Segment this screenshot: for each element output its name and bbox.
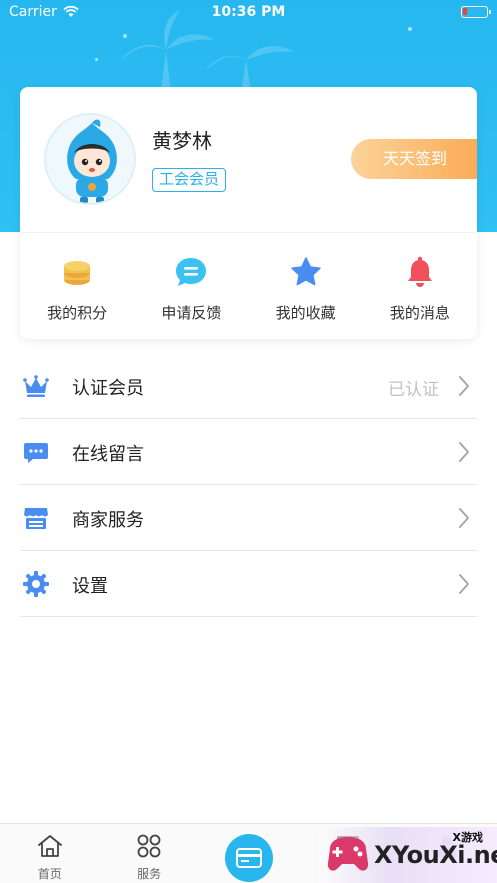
status-bar: Carrier 10:36 PM	[0, 0, 497, 26]
quick-action-messages[interactable]: 我的消息	[363, 233, 477, 339]
quick-action-points[interactable]: 我的积分	[20, 233, 134, 339]
quick-action-label: 申请反馈	[161, 304, 222, 322]
home-icon	[37, 835, 62, 857]
center-action-button[interactable]	[224, 834, 273, 882]
crown-icon	[23, 375, 49, 397]
tab-label: 服务	[137, 867, 162, 881]
menu-item-label: 设置	[72, 576, 108, 597]
menu-item-online-message[interactable]: 在线留言	[20, 419, 477, 485]
card-icon	[235, 848, 262, 868]
quick-action-label: 我的积分	[47, 304, 108, 322]
gear-icon	[23, 571, 49, 597]
tab-services[interactable]: 服务	[99, 824, 198, 883]
menu-item-label: 在线留言	[72, 444, 144, 465]
tab-home[interactable]: 首页	[0, 824, 99, 883]
profile-card: 黄梦林 工会会员 天天签到 我的积分 申请反馈 我的收藏 我的消息	[20, 87, 477, 339]
gamepad-logo	[327, 837, 369, 871]
member-badge: 工会会员	[152, 168, 227, 192]
menu-item-label: 商家服务	[72, 510, 144, 531]
chevron-right-icon	[459, 574, 469, 594]
quick-action-label: 我的收藏	[275, 304, 336, 322]
bell-icon	[407, 256, 432, 287]
chevron-right-icon	[459, 442, 469, 462]
battery-icon	[461, 6, 491, 18]
star-icon	[290, 257, 321, 286]
chevron-right-icon	[459, 376, 469, 396]
tab-label: 首页	[37, 867, 62, 881]
chat-bubble-icon	[176, 258, 207, 286]
chevron-right-icon	[459, 508, 469, 528]
watermark-text: XYouXi.net	[374, 841, 497, 869]
site-watermark: X游戏 XYouXi.net	[318, 827, 497, 883]
tab-card[interactable]	[199, 824, 298, 883]
grid-icon	[137, 834, 161, 858]
quick-action-feedback[interactable]: 申请反馈	[134, 233, 248, 339]
menu-item-settings[interactable]: 设置	[20, 551, 477, 617]
coins-icon	[64, 261, 91, 285]
clock: 10:36 PM	[211, 4, 286, 20]
quick-action-favorites[interactable]: 我的收藏	[249, 233, 363, 339]
menu-item-merchant-service[interactable]: 商家服务	[20, 485, 477, 551]
daily-signin-button[interactable]: 天天签到	[351, 139, 477, 179]
avatar[interactable]	[44, 113, 136, 205]
quick-action-label: 我的消息	[389, 304, 450, 322]
menu-item-verified-member[interactable]: 认证会员 已认证	[20, 353, 477, 419]
mascot-avatar-image	[46, 115, 134, 203]
store-icon	[24, 508, 48, 529]
verification-status: 已认证	[388, 380, 439, 400]
menu-list: 认证会员 已认证 在线留言 商家服务 设置	[20, 353, 477, 617]
user-name: 黄梦林	[152, 129, 212, 153]
message-icon	[24, 443, 48, 463]
quick-actions: 我的积分 申请反馈 我的收藏 我的消息	[20, 233, 477, 339]
menu-item-label: 认证会员	[72, 378, 144, 399]
